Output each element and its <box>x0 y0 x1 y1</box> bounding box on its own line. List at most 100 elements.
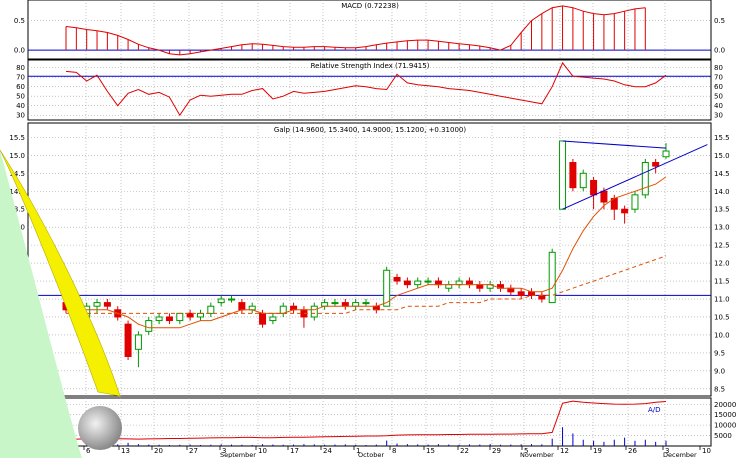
price-candle-body <box>445 284 453 289</box>
x-tick-label: 19 <box>593 447 602 455</box>
x-tick-label: 29 <box>492 447 501 455</box>
price-candle-body <box>559 140 567 210</box>
price-candle-body <box>372 305 380 311</box>
price-candle-body <box>517 291 525 296</box>
x-month-label: October <box>358 451 384 458</box>
price-candle-body <box>331 302 339 305</box>
price-tick-label-right: 9.0 <box>714 367 725 375</box>
rsi-tick-label-left: 50 <box>16 93 25 101</box>
price-candle-body <box>569 162 577 189</box>
ad-tick-label-right: 5000 <box>714 432 732 440</box>
rsi-tick-label-left: 30 <box>16 112 25 120</box>
x-tick-label: 13 <box>121 447 130 455</box>
price-candle-body <box>248 305 256 311</box>
rsi-tick-label-left: 40 <box>16 102 25 110</box>
price-candle-body <box>321 302 329 307</box>
rsi-tick-label-left: 80 <box>16 64 25 72</box>
price-tick-label-right: 11.0 <box>714 296 730 304</box>
price-candle-body <box>590 179 598 196</box>
price-tick-label-right: 14.0 <box>714 188 730 196</box>
price-candle-body <box>662 150 670 158</box>
x-tick-label: 17 <box>290 447 299 455</box>
price-candle-body <box>600 190 608 203</box>
price-candle-body <box>93 302 101 307</box>
price-candle-body <box>290 305 298 311</box>
price-candle-body <box>176 312 184 322</box>
price-candle-body <box>641 162 649 196</box>
rsi-tick-label-right: 40 <box>714 102 723 110</box>
price-candle-body <box>259 312 267 325</box>
x-tick-label: 26 <box>628 447 637 455</box>
macd-tick-label-right: 0.0 <box>714 47 725 55</box>
x-tick-label: 8 <box>392 447 396 455</box>
price-candle-body <box>621 208 629 214</box>
price-candle-body <box>103 302 111 307</box>
price-tick-label-right: 13.5 <box>714 206 730 214</box>
macd-tick-label-left: 0.0 <box>14 47 25 55</box>
price-tick-label-right: 15.0 <box>714 152 730 160</box>
rsi-tick-label-right: 70 <box>714 74 723 82</box>
technical-chart: 0.50.50.00.0MACD (0.72238)80807070606050… <box>0 0 737 459</box>
rsi-tick-label-right: 60 <box>714 83 723 91</box>
price-tick-label-right: 14.5 <box>714 170 730 178</box>
price-candle-body <box>528 291 536 296</box>
price-candle-body <box>228 298 236 301</box>
x-month-label: December <box>663 451 697 458</box>
price-candle-body <box>538 294 546 300</box>
price-tick-label-right: 12.0 <box>714 260 730 268</box>
x-tick-label: 22 <box>460 447 469 455</box>
chart-stage: 0.5 0.5 0.0 0.0 MACD (0.72238) 80 80 70 70 60 60 50… <box>0 0 737 459</box>
x-month-label: November <box>520 451 554 458</box>
macd-tick-label-right: 0.5 <box>714 17 725 25</box>
price-tick-label-right: 12.5 <box>714 242 730 250</box>
x-month-label: September <box>220 451 256 458</box>
price-candle-body <box>186 312 194 318</box>
x-tick-label: 10 <box>702 447 711 455</box>
x-tick-label: 24 <box>323 447 332 455</box>
price-tick-label-right: 11.5 <box>714 278 730 286</box>
rsi-tick-label-left: 60 <box>16 83 25 91</box>
price-tick-label-right: 15.5 <box>714 134 730 142</box>
price-tick-label-right: 10.5 <box>714 313 730 321</box>
price-candle-body <box>238 302 246 311</box>
price-candle-body <box>507 287 515 293</box>
x-tick-label: 15 <box>426 447 435 455</box>
price-candle-body <box>631 194 639 210</box>
ad-tick-label-right: 15000 <box>714 411 736 419</box>
price-title: Galp (14.9600, 15.3400, 14.9000, 15.1200… <box>274 126 466 134</box>
ad-tick-label-right: 20000 <box>714 401 736 409</box>
price-candle-body <box>393 276 401 282</box>
price-candle-body <box>145 320 153 332</box>
price-candle-body <box>155 316 163 322</box>
x-tick-label: 12 <box>560 447 569 455</box>
ad-title: A/D <box>648 406 661 414</box>
price-candle-body <box>217 298 225 304</box>
x-tick-label: 27 <box>189 447 198 455</box>
rsi-tick-label-right: 80 <box>714 64 723 72</box>
macd-tick-label-left: 0.5 <box>14 17 25 25</box>
price-candle-body <box>352 302 360 307</box>
price-candle-body <box>341 302 349 307</box>
rsi-tick-label-right: 30 <box>714 112 723 120</box>
price-candle-body <box>414 280 422 286</box>
price-candle-body <box>196 312 204 318</box>
price-tick-label-right: 13.0 <box>714 224 730 232</box>
price-candle-body <box>310 305 318 318</box>
rsi-tick-label-left: 70 <box>16 74 25 82</box>
price-tick-label-left: 15.0 <box>9 152 25 160</box>
price-candle-body <box>403 280 411 286</box>
x-tick-label: 20 <box>154 447 163 455</box>
price-candle-body <box>134 334 142 350</box>
price-candle-body <box>269 316 277 322</box>
price-candle-body <box>124 323 132 357</box>
rsi-tick-label-right: 50 <box>714 93 723 101</box>
rsi-title: Relative Strength Index (71.9415) <box>311 62 430 70</box>
price-candle-body <box>652 162 660 167</box>
ad-tick-label-right: 10000 <box>714 422 736 430</box>
price-tick-label-left: 15.5 <box>9 134 25 142</box>
macd-title: MACD (0.72238) <box>341 2 399 10</box>
price-tick-label-right: 9.5 <box>714 349 725 357</box>
price-candle-body <box>165 316 173 322</box>
price-candle-body <box>476 284 484 289</box>
price-candle-body <box>362 302 370 305</box>
